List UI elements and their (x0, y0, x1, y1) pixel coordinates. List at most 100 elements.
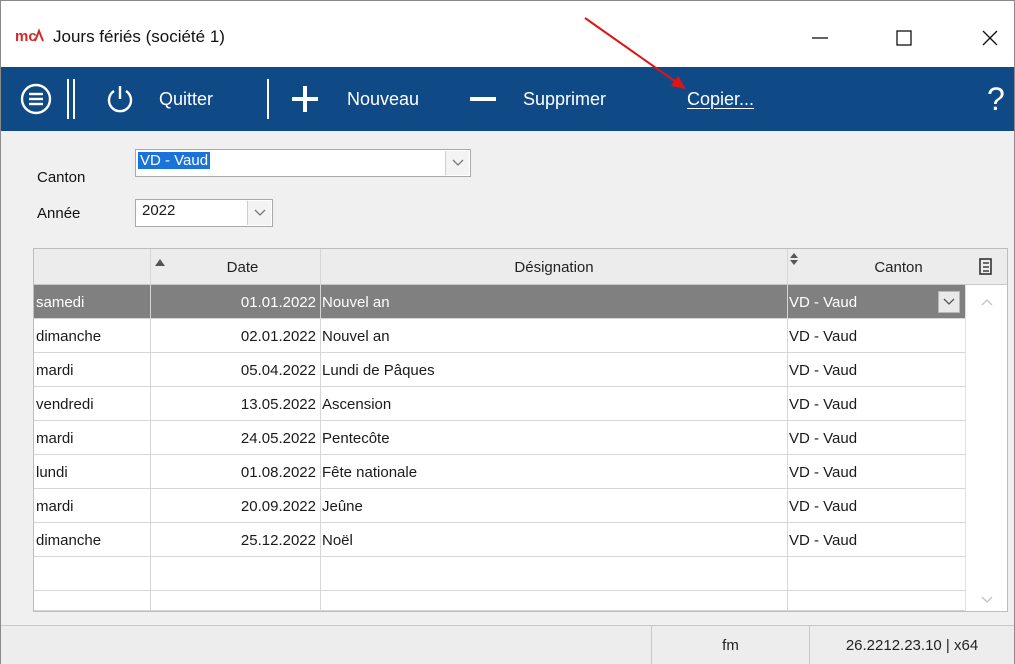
new-label: Nouveau (347, 88, 420, 109)
year-select-value: 2022 (142, 202, 176, 219)
cell-canton: VD - Vaud (789, 531, 858, 549)
table-row[interactable]: mardi 24.05.2022 Pentecôte VD - Vaud (34, 421, 965, 455)
table-row[interactable]: dimanche 02.01.2022 Nouvel an VD - Vaud (34, 319, 965, 353)
quit-label: Quitter (159, 88, 214, 109)
close-button[interactable] (967, 15, 1013, 61)
table-row[interactable]: mardi 05.04.2022 Lundi de Pâques VD - Vaud (34, 353, 965, 387)
cell-designation: Lundi de Pâques (322, 361, 435, 379)
toolbar-separator (267, 79, 269, 119)
year-label: Année (37, 205, 81, 222)
minimize-icon (812, 37, 828, 39)
canton-select-value: VD - Vaud (138, 152, 211, 169)
delete-button[interactable]: Supprimer (467, 67, 606, 131)
column-header-canton-label: Canton (874, 258, 923, 276)
table-header: Date Désignation Canton (34, 249, 1007, 285)
cell-day: lundi (36, 463, 68, 481)
cell-designation: Jeûne (322, 497, 363, 515)
title-bar: mc Jours fériés (société 1) (1, 1, 1014, 67)
chevron-down-icon (943, 298, 955, 305)
column-divider (787, 285, 788, 611)
cell-canton: VD - Vaud (789, 327, 858, 345)
table-row[interactable]: dimanche 25.12.2022 Noël VD - Vaud (34, 523, 965, 557)
menu-button[interactable] (19, 67, 53, 131)
column-divider (150, 285, 151, 611)
power-icon (107, 86, 133, 113)
new-button[interactable]: Nouveau (289, 67, 419, 131)
column-header-date-label: Date (226, 258, 259, 276)
cell-day: mardi (36, 361, 74, 379)
hamburger-menu-icon (20, 83, 52, 115)
year-dropdown-button[interactable] (247, 201, 271, 225)
cell-date: 02.01.2022 (240, 327, 316, 345)
column-header-day[interactable] (34, 249, 150, 285)
window: mc Jours fériés (société 1) Quitter Nouv… (0, 0, 1015, 664)
table-row[interactable]: samedi 01.01.2022 Nouvel an VD - Vaud (34, 285, 965, 319)
cell-designation: Pentecôte (322, 429, 390, 447)
cell-date: 05.04.2022 (240, 361, 316, 379)
cell-canton: VD - Vaud (789, 463, 858, 481)
sort-ascending-icon (155, 253, 165, 270)
vertical-scrollbar[interactable] (965, 285, 1007, 611)
scroll-up-icon[interactable] (981, 293, 993, 310)
status-user: fm (651, 626, 809, 664)
holidays-table: Date Désignation Canton samedi 01.01.2022… (33, 248, 1008, 612)
chevron-down-icon (254, 209, 265, 216)
cell-date: 13.05.2022 (240, 395, 316, 413)
minimize-button[interactable] (797, 15, 843, 61)
copy-button[interactable]: Copier... (687, 67, 754, 131)
cell-canton: VD - Vaud (789, 429, 858, 447)
toolbar-separator (73, 79, 75, 119)
copy-label: Copier... (687, 88, 755, 109)
cell-date: 01.08.2022 (240, 463, 316, 481)
sortable-icon (790, 252, 798, 269)
cell-canton: VD - Vaud (789, 395, 858, 413)
canton-label: Canton (37, 169, 86, 186)
table-row[interactable]: vendredi 13.05.2022 Ascension VD - Vaud (34, 387, 965, 421)
toolbar-separator (67, 79, 69, 119)
logo-text: mc (15, 28, 37, 45)
maximize-button[interactable] (881, 15, 927, 61)
cell-designation: Fête nationale (322, 463, 418, 481)
scroll-down-icon[interactable] (981, 591, 993, 608)
close-icon (982, 30, 998, 46)
column-header-date[interactable]: Date (150, 249, 320, 285)
quit-button[interactable]: Quitter (103, 67, 213, 131)
empty-table-row (34, 557, 965, 591)
table-row[interactable]: mardi 20.09.2022 Jeûne VD - Vaud (34, 489, 965, 523)
row-canton-dropdown-button[interactable] (938, 291, 960, 313)
cell-designation: Nouvel an (322, 293, 390, 311)
cell-date: 25.12.2022 (240, 531, 316, 549)
canton-select[interactable]: VD - Vaud (135, 149, 471, 177)
cell-canton: VD - Vaud (789, 361, 858, 379)
cell-day: dimanche (36, 327, 102, 345)
cell-designation: Ascension (322, 395, 392, 413)
cell-date: 20.09.2022 (240, 497, 316, 515)
minus-icon (470, 97, 496, 101)
canton-dropdown-button[interactable] (445, 151, 469, 175)
cell-canton: VD - Vaud (789, 497, 858, 515)
column-chooser-button[interactable] (965, 249, 1007, 285)
cell-date: 24.05.2022 (240, 429, 316, 447)
help-button[interactable]: ? (987, 67, 1005, 131)
cell-day: mardi (36, 497, 74, 515)
maximize-icon (896, 30, 912, 46)
window-title: Jours fériés (société 1) (53, 27, 225, 46)
app-logo-icon: mc (15, 27, 45, 45)
column-chooser-icon (979, 258, 992, 275)
status-version: 26.2212.23.10 | x64 (809, 626, 1014, 664)
cell-designation: Noël (322, 531, 353, 549)
cell-day: mardi (36, 429, 74, 447)
column-header-designation[interactable]: Désignation (320, 249, 787, 285)
table-row[interactable]: lundi 01.08.2022 Fête nationale VD - Vaud (34, 455, 965, 489)
empty-table-row (34, 591, 965, 611)
delete-label: Supprimer (523, 88, 607, 109)
cell-day: vendredi (36, 395, 94, 413)
cell-day: dimanche (36, 531, 102, 549)
cell-date: 01.01.2022 (240, 293, 316, 311)
year-select[interactable]: 2022 (135, 199, 273, 227)
column-divider (320, 285, 321, 611)
toolbar: Quitter Nouveau Supprimer Copier... ? (1, 67, 1014, 131)
cell-designation: Nouvel an (322, 327, 390, 345)
column-header-canton[interactable]: Canton (787, 249, 965, 285)
help-label: ? (987, 80, 1005, 117)
